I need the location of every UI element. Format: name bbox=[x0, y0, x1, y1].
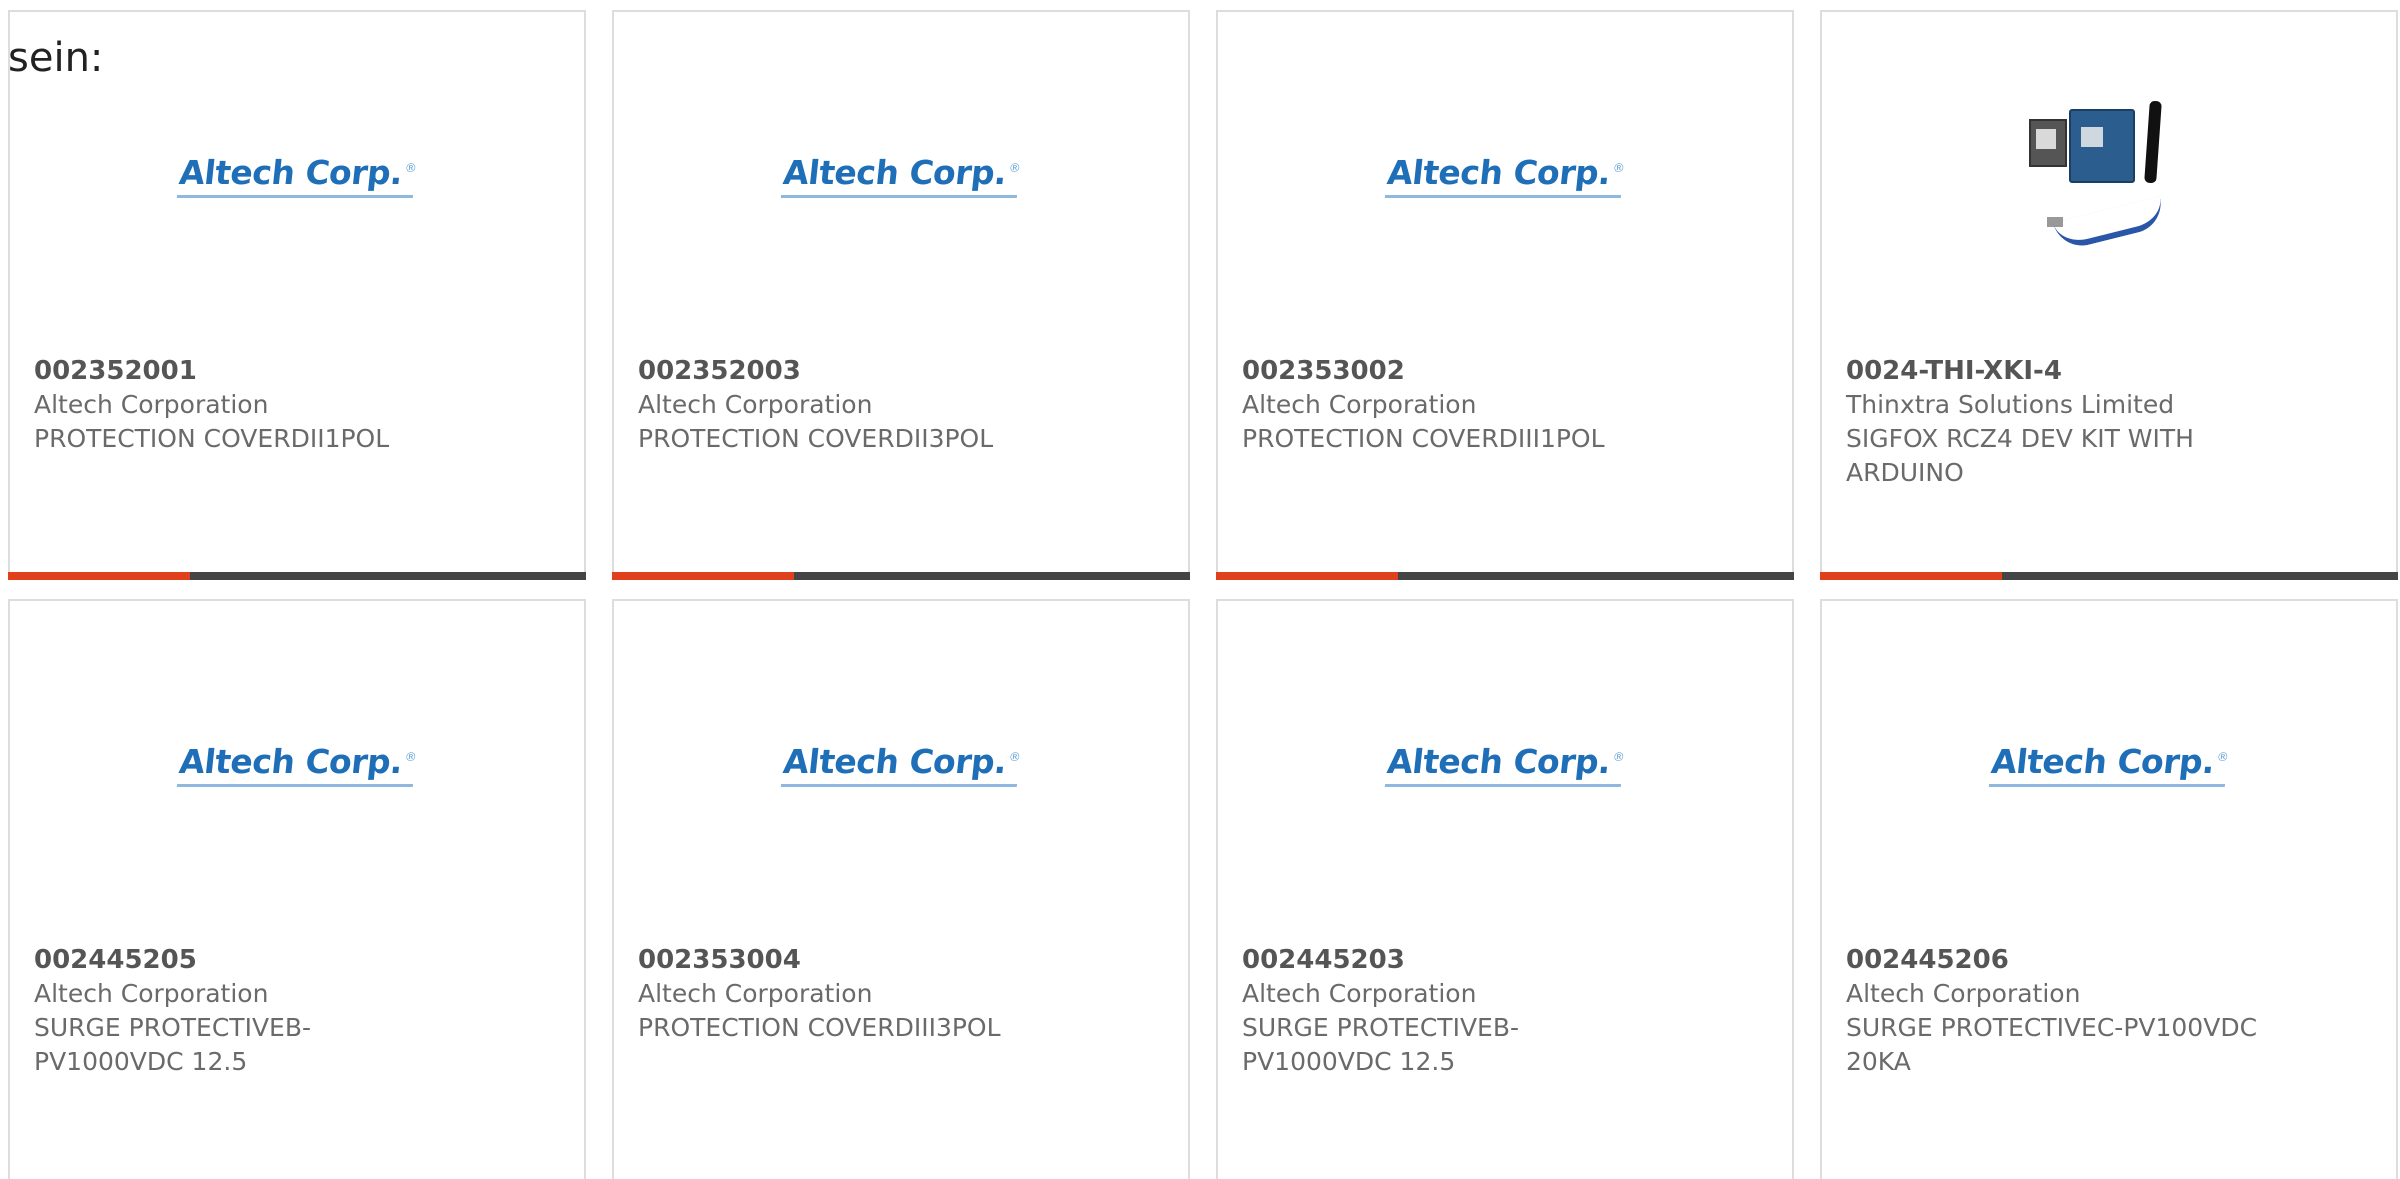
card-accent-bar bbox=[1216, 572, 1398, 580]
card-bottom-bar bbox=[1820, 572, 2398, 580]
product-info: 002445205 Altech Corporation SURGE PROTE… bbox=[34, 943, 560, 1079]
altech-logo-image: Altech Corp.® bbox=[780, 153, 1022, 198]
product-card[interactable]: Altech Corp.® 002352003 Altech Corporati… bbox=[612, 10, 1190, 580]
product-card[interactable]: 0024-THI-XKI-4 Thinxtra Solutions Limite… bbox=[1820, 10, 2398, 580]
product-description: SIGFOX RCZ4 DEV KIT WITH ARDUINO bbox=[1846, 424, 2194, 487]
product-info: 002352001 Altech Corporation PROTECTION … bbox=[34, 354, 560, 456]
altech-logo-image: Altech Corp.® bbox=[1384, 742, 1626, 787]
product-card[interactable]: Altech Corp.® 002353002 Altech Corporati… bbox=[1216, 10, 1794, 580]
product-manufacturer: Altech Corporation bbox=[1242, 979, 1477, 1008]
altech-logo-image: Altech Corp.® bbox=[1384, 153, 1626, 198]
card-bottom-bar bbox=[1216, 572, 1794, 580]
product-part-number[interactable]: 002445206 bbox=[1846, 943, 2372, 977]
product-description: PROTECTION COVERDIII1POL bbox=[1242, 424, 1605, 453]
product-part-number[interactable]: 002353004 bbox=[638, 943, 1164, 977]
altech-logo-image: Altech Corp.® bbox=[176, 153, 418, 198]
card-bottom-bar bbox=[612, 572, 1190, 580]
product-info: 002445203 Altech Corporation SURGE PROTE… bbox=[1242, 943, 1768, 1079]
altech-logo-image: Altech Corp.® bbox=[176, 742, 418, 787]
product-card[interactable]: Altech Corp.® 002445205 Altech Corporati… bbox=[8, 599, 586, 1179]
product-info: 002353004 Altech Corporation PROTECTION … bbox=[638, 943, 1164, 1045]
product-manufacturer: Thinxtra Solutions Limited bbox=[1846, 390, 2175, 419]
antenna-icon bbox=[2144, 100, 2162, 184]
product-description: PROTECTION COVERDII1POL bbox=[34, 424, 390, 453]
card-accent-bar bbox=[1820, 572, 2002, 580]
product-image[interactable]: Altech Corp.® bbox=[1822, 601, 2396, 931]
product-description: SURGE PROTECTIVEB- PV1000VDC 12.5 bbox=[1242, 1013, 1520, 1076]
product-info: 0024-THI-XKI-4 Thinxtra Solutions Limite… bbox=[1846, 354, 2372, 490]
product-part-number[interactable]: 002445205 bbox=[34, 943, 560, 977]
product-image[interactable]: Altech Corp.® bbox=[614, 601, 1188, 931]
product-card[interactable]: Altech Corp.® 002445203 Altech Corporati… bbox=[1216, 599, 1794, 1179]
product-manufacturer: Altech Corporation bbox=[34, 979, 269, 1008]
product-part-number[interactable]: 002352003 bbox=[638, 354, 1164, 388]
product-manufacturer: Altech Corporation bbox=[1846, 979, 2081, 1008]
product-part-number[interactable]: 0024-THI-XKI-4 bbox=[1846, 354, 2372, 388]
product-part-number[interactable]: 002445203 bbox=[1242, 943, 1768, 977]
product-manufacturer: Altech Corporation bbox=[34, 390, 269, 419]
product-description: SURGE PROTECTIVEC-PV100VDC 20KA bbox=[1846, 1013, 2258, 1076]
product-info: 002352003 Altech Corporation PROTECTION … bbox=[638, 354, 1164, 456]
product-description: PROTECTION COVERDII3POL bbox=[638, 424, 994, 453]
product-card[interactable]: Altech Corp.® 002352001 Altech Corporati… bbox=[8, 10, 586, 580]
product-card[interactable]: Altech Corp.® 002353004 Altech Corporati… bbox=[612, 599, 1190, 1179]
product-card[interactable]: Altech Corp.® 002445206 Altech Corporati… bbox=[1820, 599, 2398, 1179]
card-accent-bar bbox=[8, 572, 190, 580]
product-image[interactable]: Altech Corp.® bbox=[10, 601, 584, 931]
card-bottom-bar bbox=[8, 572, 586, 580]
product-manufacturer: Altech Corporation bbox=[638, 979, 873, 1008]
sigfox-module-icon bbox=[2029, 119, 2067, 167]
product-info: 002445206 Altech Corporation SURGE PROTE… bbox=[1846, 943, 2372, 1079]
product-part-number[interactable]: 002353002 bbox=[1242, 354, 1768, 388]
product-image[interactable]: Altech Corp.® bbox=[1218, 12, 1792, 342]
arduino-board-icon bbox=[2069, 109, 2135, 183]
product-manufacturer: Altech Corporation bbox=[638, 390, 873, 419]
usb-cable-icon bbox=[2053, 196, 2167, 252]
card-accent-bar bbox=[612, 572, 794, 580]
product-image[interactable] bbox=[1822, 12, 2396, 342]
product-image[interactable]: Altech Corp.® bbox=[1218, 601, 1792, 931]
product-grid: Altech Corp.® 002352001 Altech Corporati… bbox=[8, 10, 2400, 1179]
product-part-number[interactable]: 002352001 bbox=[34, 354, 560, 388]
product-info: 002353002 Altech Corporation PROTECTION … bbox=[1242, 354, 1768, 456]
dev-kit-photo bbox=[2019, 97, 2199, 257]
product-image[interactable]: Altech Corp.® bbox=[614, 12, 1188, 342]
product-description: PROTECTION COVERDIII3POL bbox=[638, 1013, 1001, 1042]
altech-logo-image: Altech Corp.® bbox=[780, 742, 1022, 787]
product-description: SURGE PROTECTIVEB- PV1000VDC 12.5 bbox=[34, 1013, 312, 1076]
product-manufacturer: Altech Corporation bbox=[1242, 390, 1477, 419]
altech-logo-image: Altech Corp.® bbox=[1988, 742, 2230, 787]
intro-text: sein: bbox=[8, 35, 104, 81]
